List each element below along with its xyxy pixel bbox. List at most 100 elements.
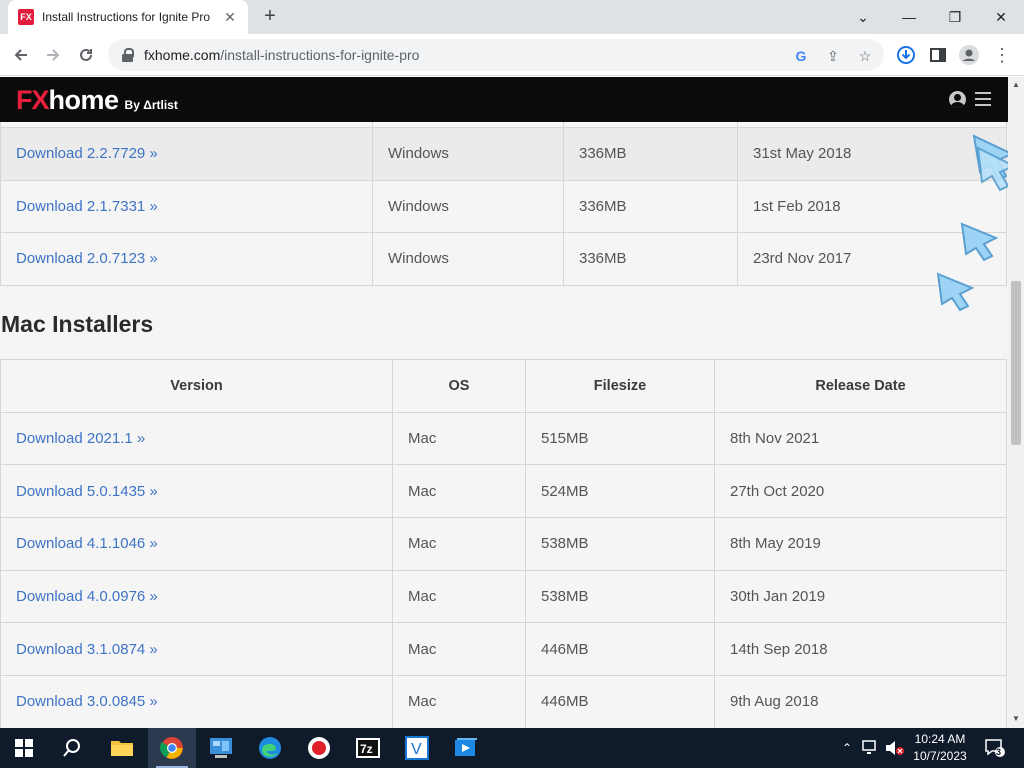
download-icon[interactable] [895, 44, 917, 66]
browser-menu-icon[interactable]: ⋮ [991, 44, 1013, 66]
7zip-icon: 7z [356, 738, 380, 758]
control-panel-button[interactable] [197, 728, 245, 768]
google-lens-icon[interactable]: G [792, 47, 810, 65]
search-icon [63, 739, 80, 757]
os-cell: Mac [392, 464, 526, 519]
tab-title: Install Instructions for Ignite Pro [42, 10, 211, 24]
browser-tab-strip: FX Install Instructions for Ignite Pro ✕… [0, 0, 1024, 34]
file-explorer-button[interactable] [98, 728, 146, 768]
scrollbar-thumb[interactable] [1011, 281, 1021, 445]
release-date-cell: 27th Oct 2020 [714, 464, 1007, 519]
minimize-button[interactable]: — [886, 0, 932, 34]
release-date-cell: 31st May 2018 [737, 127, 1007, 181]
system-clock[interactable]: 10:24 AM 10/7/2023 [905, 731, 975, 765]
release-date-cell: 9th Aug 2018 [714, 675, 1007, 728]
scroll-up-icon[interactable]: ▲ [1012, 80, 1020, 89]
browser-toolbar: fxhome.com/install-instructions-for-igni… [0, 34, 1024, 76]
filesize-cell: 515MB [525, 411, 715, 466]
new-tab-button[interactable]: + [258, 4, 282, 28]
table-row: Download 4.0.0976 » Mac 538MB 30th Jan 2… [0, 569, 1007, 624]
download-link[interactable]: Download 2021.1 » [0, 411, 393, 466]
release-date-cell: 8th May 2019 [714, 517, 1007, 571]
edge-icon [259, 737, 281, 759]
back-button[interactable] [6, 40, 36, 70]
tab-search-chevron-icon[interactable]: ⌄ [840, 0, 886, 34]
mac-installers-heading: Mac Installers [1, 311, 154, 337]
video-player-button[interactable] [442, 728, 490, 768]
table-row: Download 5.0.1435 » Mac 524MB 27th Oct 2… [0, 464, 1007, 519]
filesize-column-header: Filesize [525, 359, 715, 413]
version-column-header: Version [0, 359, 393, 413]
start-button[interactable] [0, 728, 48, 768]
vscode-button[interactable]: V [393, 728, 441, 768]
address-bar[interactable]: fxhome.com/install-instructions-for-igni… [108, 39, 884, 71]
share-icon[interactable]: ⇪ [824, 47, 842, 65]
hamburger-menu-icon[interactable] [975, 92, 991, 106]
volume-muted-icon[interactable] [884, 728, 906, 768]
windows-logo-icon [15, 739, 33, 757]
close-tab-icon[interactable]: ✕ [222, 9, 238, 26]
reload-button[interactable] [71, 40, 101, 70]
download-link[interactable]: Download 4.1.1046 » [0, 517, 393, 571]
screen-recorder-button[interactable] [295, 728, 343, 768]
release-date-cell: 8th Nov 2021 [714, 411, 1007, 466]
table-row: Download 2.1.7331 » Windows 336MB 1st Fe… [0, 179, 1007, 233]
back-arrow-icon [14, 49, 27, 61]
restore-button[interactable]: ❐ [932, 0, 978, 34]
windows-taskbar: 7z V ⌃ 10:24 AM 10/7/2023 3 [0, 728, 1024, 768]
fxhome-logo[interactable]: FX home By Δrtlist [16, 85, 178, 116]
filesize-cell: 538MB [525, 569, 715, 624]
os-cell: Mac [392, 622, 526, 677]
svg-text:V: V [411, 741, 422, 758]
download-link[interactable]: Download 3.0.0845 » [0, 675, 393, 728]
download-link[interactable]: Download 3.1.0874 » [0, 622, 393, 677]
cursor-trail-icon [972, 134, 1008, 192]
site-header: FX home By Δrtlist [0, 77, 1008, 122]
action-center-button[interactable]: 3 [980, 728, 1010, 768]
cursor-pointer-icon [936, 272, 975, 312]
record-icon [308, 737, 330, 759]
show-hidden-icons-chevron-icon[interactable]: ⌃ [838, 728, 856, 768]
download-link[interactable]: Download 2.2.7729 » [0, 127, 373, 181]
forward-arrow-icon [47, 49, 60, 61]
page-scrollbar[interactable]: ▲ ▼ [1008, 77, 1024, 728]
table-header-row: Version OS Filesize Release Date [0, 359, 1007, 413]
filesize-cell: 446MB [525, 622, 715, 677]
notification-icon [985, 739, 1005, 757]
download-link[interactable]: Download 2.1.7331 » [0, 179, 373, 233]
edge-button[interactable] [246, 728, 294, 768]
search-button[interactable] [48, 728, 96, 768]
chrome-icon [160, 737, 183, 759]
filesize-cell: 538MB [525, 517, 715, 571]
os-cell: Windows [372, 127, 564, 181]
forward-button[interactable] [38, 40, 68, 70]
side-panel-icon[interactable] [927, 44, 949, 66]
filesize-cell: 336MB [563, 127, 738, 181]
network-icon[interactable] [860, 728, 882, 768]
table-row: Download 2.2.7729 » Windows 336MB 31st M… [0, 127, 1007, 181]
profile-avatar-icon[interactable] [958, 44, 980, 66]
release-date-cell: 30th Jan 2019 [714, 569, 1007, 624]
account-user-icon[interactable] [949, 91, 966, 108]
os-column-header: OS [392, 359, 526, 413]
v-app-icon: V [405, 736, 429, 760]
video-player-icon [455, 738, 477, 756]
table-row: Download 4.1.1046 » Mac 538MB 8th May 20… [0, 517, 1007, 571]
download-link[interactable]: Download 5.0.1435 » [0, 464, 393, 519]
os-cell: Windows [372, 232, 564, 286]
download-link[interactable]: Download 2.0.7123 » [0, 232, 373, 286]
browser-tab[interactable]: FX Install Instructions for Ignite Pro ✕ [8, 0, 248, 34]
scroll-down-icon[interactable]: ▼ [1012, 714, 1020, 723]
os-cell: Mac [392, 569, 526, 624]
7zip-button[interactable]: 7z [344, 728, 392, 768]
fxhome-favicon-icon: FX [18, 9, 34, 25]
close-window-button[interactable]: ✕ [978, 0, 1024, 34]
lock-icon[interactable] [122, 48, 134, 62]
download-link[interactable]: Download 4.0.0976 » [0, 569, 393, 624]
release-date-cell: 14th Sep 2018 [714, 622, 1007, 677]
os-cell: Mac [392, 411, 526, 466]
os-cell: Mac [392, 517, 526, 571]
bookmark-star-icon[interactable]: ☆ [856, 47, 874, 65]
chrome-taskbar-button[interactable] [148, 728, 196, 768]
os-cell: Mac [392, 675, 526, 728]
